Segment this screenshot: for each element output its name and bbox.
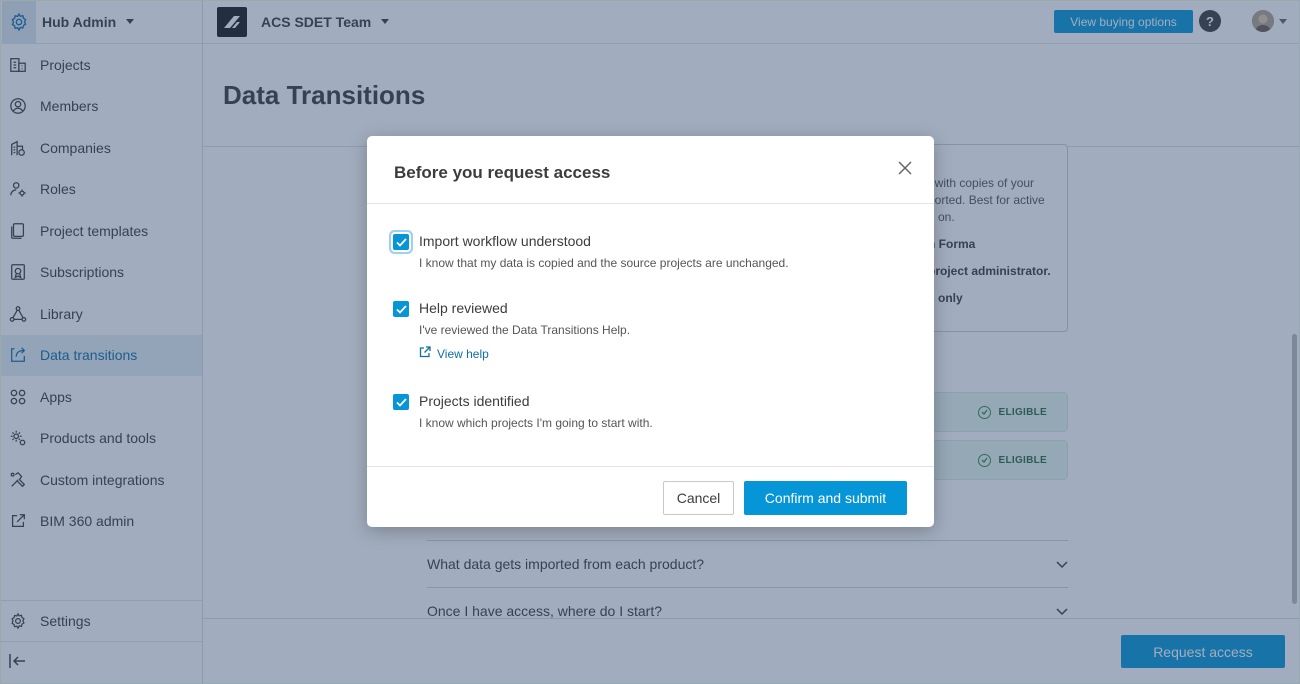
request-access-dialog: Before you request access Import workflo… [367,136,934,527]
option-label[interactable]: Projects identified [419,393,530,409]
option-description: I know which projects I'm going to start… [419,416,653,430]
option-description: I know that my data is copied and the so… [419,256,789,270]
import-workflow-checkbox[interactable] [393,234,409,250]
view-help-label: View help [437,346,489,361]
dialog-header: Before you request access [367,136,934,204]
option-label[interactable]: Help reviewed [419,300,508,316]
dialog-footer: Cancel Confirm and submit [367,466,934,527]
projects-identified-checkbox[interactable] [393,394,409,410]
cancel-button[interactable]: Cancel [663,481,734,515]
external-link-icon [419,346,437,361]
view-help-link[interactable]: View help [419,346,489,361]
help-reviewed-checkbox[interactable] [393,301,409,317]
dialog-title: Before you request access [394,163,611,182]
close-icon[interactable] [897,160,913,176]
option-label[interactable]: Import workflow understood [419,233,591,249]
option-description: I've reviewed the Data Transitions Help. [419,323,631,337]
confirm-and-submit-button[interactable]: Confirm and submit [744,481,907,515]
